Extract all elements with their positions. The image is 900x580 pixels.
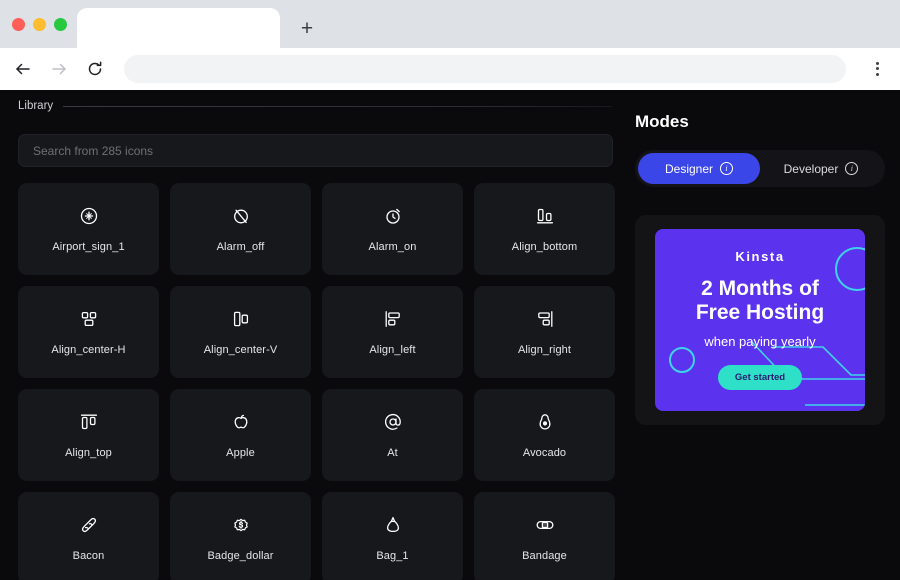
- align-top-icon: [78, 411, 100, 433]
- mode-option-designer-label: Designer: [664, 161, 714, 176]
- mode-option-designer[interactable]: Designer i: [638, 153, 760, 184]
- browser-menu-icon[interactable]: [866, 58, 888, 80]
- library-header: Library: [18, 90, 612, 114]
- info-icon[interactable]: i: [720, 162, 734, 175]
- icon-card[interactable]: Bag_1: [322, 492, 463, 580]
- app-body: Library Airport_sign_1 Alarm_off: [0, 90, 900, 580]
- icon-card[interactable]: Badge_dollar: [170, 492, 311, 580]
- icon-card-label: Badge_dollar: [207, 550, 274, 562]
- apple-icon: [230, 411, 252, 433]
- window-controls: [12, 0, 77, 48]
- icon-card[interactable]: At: [322, 389, 463, 481]
- search-input[interactable]: [18, 134, 613, 167]
- avocado-icon: [534, 411, 556, 433]
- promo-banner[interactable]: Kinsta 2 Months of Free Hosting when pay…: [655, 229, 865, 411]
- icon-card-label: Align_top: [65, 447, 112, 459]
- alarm-off-icon: [230, 205, 252, 227]
- at-icon: [382, 411, 404, 433]
- library-panel: Library Airport_sign_1 Alarm_off: [0, 90, 630, 580]
- icon-card-label: At: [387, 447, 398, 459]
- align-right-icon: [534, 308, 556, 330]
- icon-card-label: Apple: [226, 447, 255, 459]
- library-title: Library: [18, 100, 54, 112]
- icon-card[interactable]: Bandage: [474, 492, 615, 580]
- forward-icon: [48, 58, 70, 80]
- icon-card-label: Align_center-H: [51, 344, 126, 356]
- browser-tab-strip: +: [0, 0, 900, 48]
- icon-card[interactable]: Alarm_on: [322, 183, 463, 275]
- icon-card[interactable]: Align_bottom: [474, 183, 615, 275]
- maximize-window-button[interactable]: [54, 17, 67, 31]
- icon-card-label: Avocado: [522, 447, 567, 459]
- library-divider: [63, 105, 612, 107]
- side-panel: Modes Designer i Developer i Kinsta 2 Mo…: [630, 90, 900, 580]
- reload-icon[interactable]: [84, 58, 106, 80]
- browser-tab[interactable]: [77, 8, 280, 48]
- mode-option-developer-label: Developer: [783, 161, 839, 176]
- icon-card-label: Align_left: [369, 344, 416, 356]
- bag-icon: [382, 514, 404, 536]
- icon-card[interactable]: Bacon: [18, 492, 159, 580]
- icon-card[interactable]: Align_left: [322, 286, 463, 378]
- mode-option-developer[interactable]: Developer i: [760, 153, 882, 184]
- icon-card[interactable]: Airport_sign_1: [18, 183, 159, 275]
- browser-window: +: [0, 0, 900, 90]
- icon-card-label: Airport_sign_1: [52, 241, 125, 253]
- promo-headline-line-1: 2 Months of: [701, 277, 819, 300]
- modes-title: Modes: [635, 112, 689, 131]
- modes-toggle: Designer i Developer i: [635, 150, 885, 187]
- icon-card[interactable]: Apple: [170, 389, 311, 481]
- icon-card[interactable]: Align_center-H: [18, 286, 159, 378]
- airport-sign-icon: [78, 205, 100, 227]
- icon-card-label: Align_right: [517, 344, 572, 356]
- promo-brand-logo: Kinsta: [735, 249, 785, 264]
- promo-subline: when paying yearly: [704, 334, 816, 350]
- icon-card[interactable]: Avocado: [474, 389, 615, 481]
- align-bottom-icon: [534, 205, 556, 227]
- address-bar[interactable]: [124, 54, 846, 83]
- icon-card[interactable]: Alarm_off: [170, 183, 311, 275]
- align-center-horizontal-icon: [78, 308, 100, 330]
- icon-card-label: Bag_1: [376, 550, 409, 562]
- icon-grid: Airport_sign_1 Alarm_off Alarm_on Align_…: [18, 183, 615, 580]
- icon-card[interactable]: Align_right: [474, 286, 615, 378]
- promo-cta-button[interactable]: Get started: [717, 365, 803, 391]
- browser-toolbar: [0, 48, 900, 90]
- minimize-window-button[interactable]: [33, 17, 46, 31]
- promo-container: Kinsta 2 Months of Free Hosting when pay…: [635, 215, 885, 425]
- icon-card[interactable]: Align_center-V: [170, 286, 311, 378]
- icon-card-label: Alarm_on: [368, 241, 417, 253]
- badge-dollar-icon: [230, 514, 252, 536]
- close-window-button[interactable]: [12, 17, 25, 31]
- icon-card-label: Align_bottom: [511, 241, 578, 253]
- icon-card-label: Alarm_off: [216, 241, 265, 253]
- new-tab-button[interactable]: +: [292, 13, 322, 43]
- promo-headline: 2 Months of Free Hosting: [696, 277, 824, 325]
- icon-card[interactable]: Align_top: [18, 389, 159, 481]
- alarm-on-icon: [382, 205, 404, 227]
- bacon-icon: [78, 514, 100, 536]
- icon-card-label: Bandage: [522, 550, 567, 562]
- align-center-vertical-icon: [230, 308, 252, 330]
- align-left-icon: [382, 308, 404, 330]
- icon-card-label: Align_center-V: [203, 344, 278, 356]
- back-icon[interactable]: [12, 58, 34, 80]
- promo-headline-line-2: Free Hosting: [695, 301, 825, 325]
- bandage-icon: [534, 514, 556, 536]
- info-icon[interactable]: i: [845, 162, 859, 175]
- icon-card-label: Bacon: [72, 550, 105, 562]
